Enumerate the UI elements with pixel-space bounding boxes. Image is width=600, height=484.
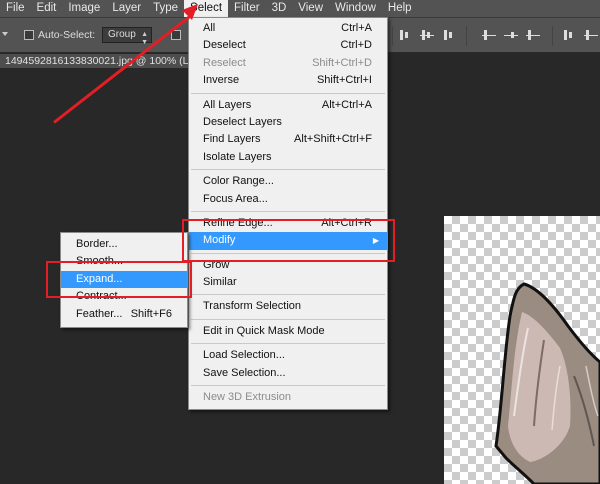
annotation-arrow-head: [182, 4, 198, 20]
